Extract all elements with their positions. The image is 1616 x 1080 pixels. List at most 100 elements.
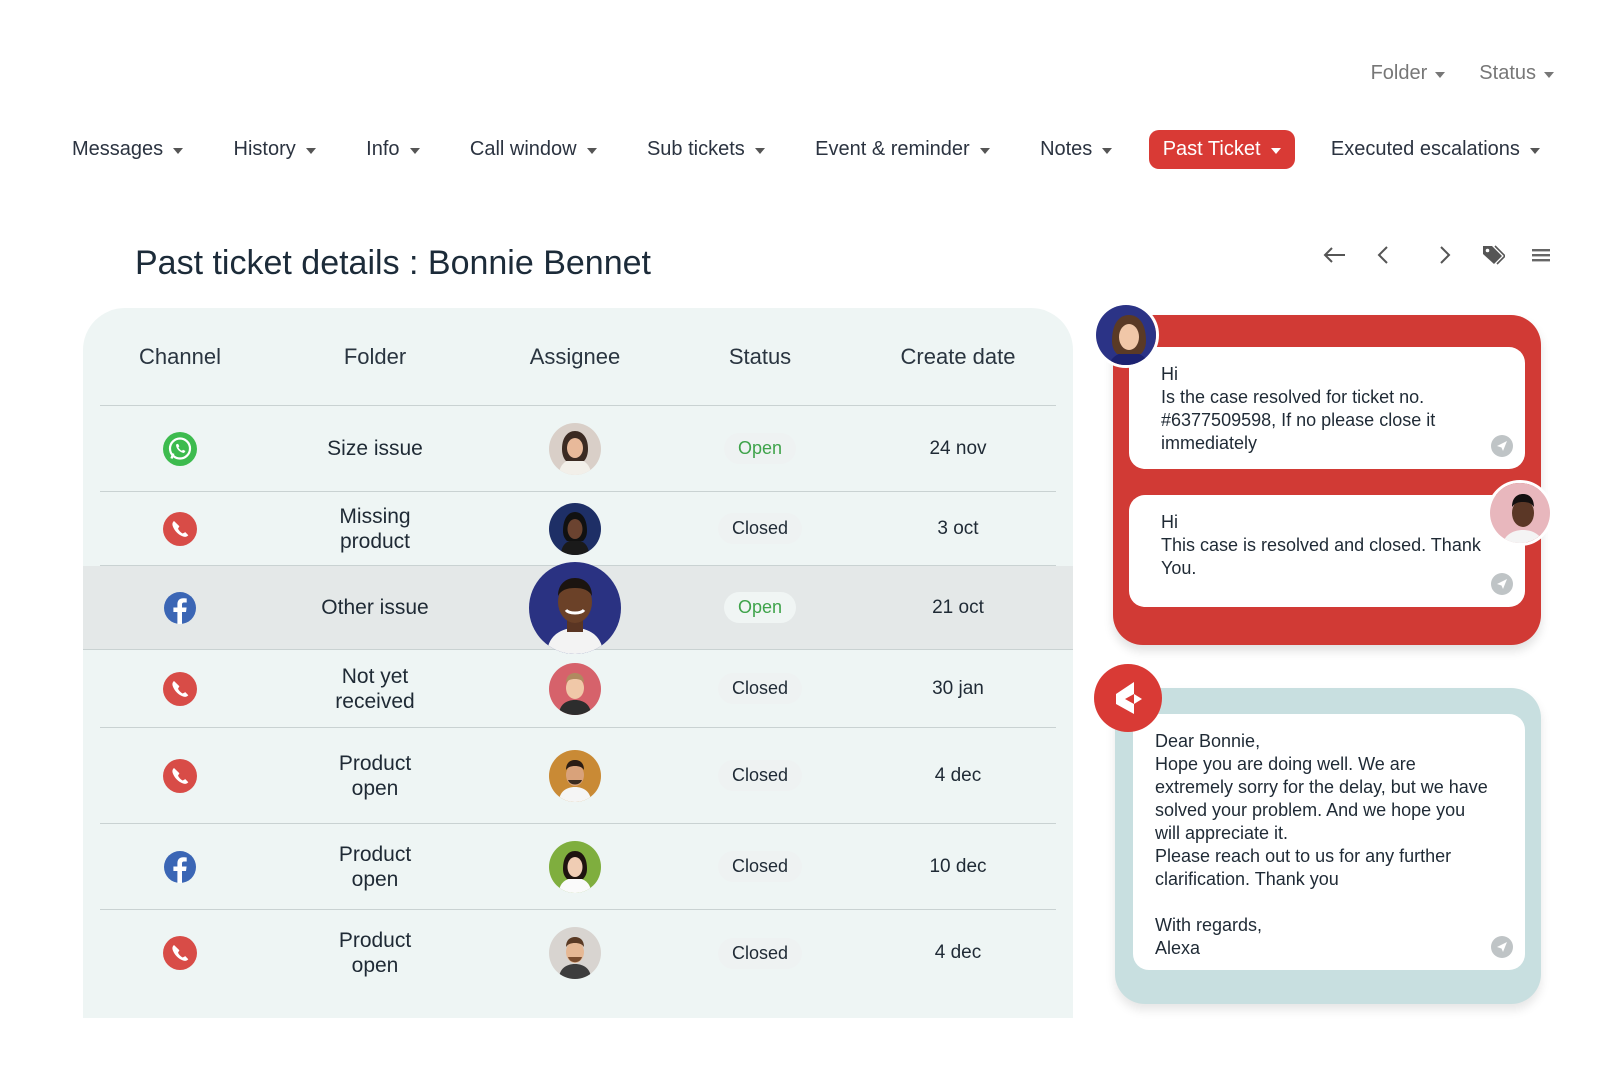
status-filter[interactable]: Status	[1479, 62, 1554, 85]
table-row[interactable]: Not yet received Closed 30 jan	[100, 650, 1056, 728]
folder-filter[interactable]: Folder	[1371, 62, 1446, 85]
assignee-cell	[490, 502, 660, 555]
avatar	[549, 749, 601, 802]
folder-cell: Not yet received	[260, 664, 490, 714]
table-row[interactable]: Product open Closed 4 dec	[100, 728, 1056, 824]
folder-name: Not yet received	[335, 664, 415, 713]
customer-message-bubble: Hi Is the case resolved for ticket no. #…	[1129, 347, 1525, 469]
folder-cell: Product open	[260, 928, 490, 978]
folder-cell: Product open	[260, 842, 490, 892]
table-header: Channel Folder Assignee Status Create da…	[100, 308, 1056, 406]
caret-down-icon	[979, 148, 990, 154]
caret-down-icon	[1544, 72, 1554, 78]
create-date: 21 oct	[932, 596, 984, 618]
folder-name: Missing product	[339, 504, 411, 553]
column-header-assignee: Assignee	[529, 343, 621, 369]
status-cell: Closed	[660, 513, 860, 544]
tab-label: Info	[366, 138, 400, 160]
tags-icon[interactable]	[1480, 242, 1506, 268]
create-date: 3 oct	[937, 517, 979, 539]
assignee-cell	[490, 422, 660, 475]
caret-down-icon	[1102, 148, 1113, 154]
arrow-left-icon[interactable]	[1322, 242, 1348, 268]
agent-message-text: Hi This case is resolved and closed. Tha…	[1161, 512, 1481, 578]
caret-down-icon	[1270, 148, 1281, 154]
channel-cell	[100, 431, 260, 467]
conversation-panel: Hi Is the case resolved for ticket no. #…	[1113, 315, 1541, 645]
status-cell: Closed	[660, 851, 860, 882]
create-date: 24 nov	[929, 437, 987, 459]
reply-panel: Dear Bonnie, Hope you are doing well. We…	[1115, 688, 1541, 1004]
agent-message-bubble: Hi This case is resolved and closed. Tha…	[1129, 495, 1525, 607]
caret-down-icon	[1529, 148, 1540, 154]
channel-cell	[100, 850, 260, 884]
phone-icon	[163, 758, 197, 793]
tab-info[interactable]: Info	[352, 130, 433, 169]
channel-cell	[100, 935, 260, 971]
tab-messages[interactable]: Messages	[72, 130, 197, 169]
tab-call-window[interactable]: Call window	[456, 130, 611, 169]
tab-label: History	[233, 138, 296, 160]
assignee-cell	[490, 749, 660, 802]
past-tickets-table: Channel Folder Assignee Status Create da…	[83, 308, 1073, 1018]
send-icon[interactable]	[1491, 573, 1513, 595]
tab-event-reminder[interactable]: Event & reminder	[801, 130, 1004, 169]
table-row[interactable]: Product open Closed 10 dec	[100, 824, 1056, 910]
tab-label: Executed escalations	[1330, 138, 1520, 160]
folder-name: Size issue	[327, 437, 423, 460]
table-row-selected[interactable]: Other issue Open 21 oct	[83, 561, 1073, 654]
status-cell: Open	[660, 433, 860, 464]
tab-label: Event & reminder	[815, 138, 970, 160]
status-cell: Open	[660, 592, 860, 623]
agent-avatar	[1487, 480, 1553, 546]
tab-executed-escalations[interactable]: Executed escalations	[1317, 130, 1554, 169]
brand-logo-icon	[1094, 664, 1162, 732]
tab-notes[interactable]: Notes	[1026, 130, 1126, 169]
tab-history[interactable]: History	[220, 130, 330, 169]
status-badge: Closed	[717, 937, 803, 969]
tab-label: Notes	[1040, 138, 1093, 160]
reply-message-text: Dear Bonnie, Hope you are doing well. We…	[1155, 731, 1488, 958]
send-icon[interactable]	[1491, 936, 1513, 958]
table-row[interactable]: Size issue Open 24 nov	[100, 406, 1056, 492]
menu-icon[interactable]	[1528, 242, 1554, 268]
status-cell: Closed	[660, 937, 860, 969]
caret-down-icon	[754, 148, 765, 154]
status-badge: Open	[723, 433, 797, 464]
status-cell: Closed	[660, 760, 860, 791]
chevron-right-icon[interactable]	[1432, 242, 1458, 268]
avatar	[549, 840, 601, 893]
folder-cell: Size issue	[260, 436, 490, 461]
tab-past-ticket[interactable]: Past Ticket	[1148, 130, 1295, 169]
folder-name: Product open	[338, 842, 412, 891]
create-date: 30 jan	[932, 677, 984, 699]
chevron-left-icon[interactable]	[1370, 242, 1396, 268]
tab-label: Messages	[72, 138, 164, 160]
ticket-navigation	[1322, 242, 1554, 268]
tab-label: Sub tickets	[646, 138, 745, 160]
tab-sub-tickets[interactable]: Sub tickets	[633, 130, 779, 169]
table-row[interactable]: Product open Closed 4 dec	[100, 910, 1056, 996]
assignee-cell	[490, 662, 660, 715]
send-icon[interactable]	[1491, 435, 1513, 457]
date-cell: 3 oct	[860, 518, 1056, 540]
date-cell: 4 dec	[860, 765, 1056, 787]
caret-down-icon	[305, 148, 316, 154]
assignee-cell	[490, 840, 660, 893]
column-header-status: Status	[728, 343, 792, 369]
table-row[interactable]: Missing product Closed 3 oct	[100, 492, 1056, 566]
customer-message-text: Hi Is the case resolved for ticket no. #…	[1161, 364, 1436, 453]
date-cell: 4 dec	[860, 942, 1056, 964]
channel-cell	[100, 511, 260, 547]
tab-label: Call window	[469, 138, 577, 160]
folder-name: Product open	[338, 751, 412, 800]
status-filter-label: Status	[1479, 62, 1536, 84]
customer-avatar	[1093, 302, 1159, 368]
date-cell: 24 nov	[860, 438, 1056, 460]
date-cell: 10 dec	[860, 856, 1056, 878]
folder-name: Product open	[338, 929, 412, 977]
create-date: 4 dec	[934, 942, 982, 963]
phone-icon	[163, 671, 197, 706]
tab-bar: Messages History Info Call window Sub ti…	[72, 130, 1554, 169]
channel-cell	[100, 671, 260, 707]
